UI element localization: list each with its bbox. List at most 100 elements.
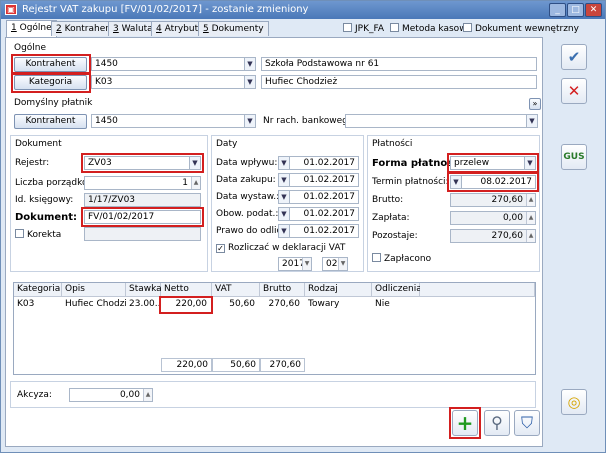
save-icon: ✔	[567, 48, 581, 66]
rejestr-label: Rejestr:	[15, 158, 50, 168]
chevron-down-icon[interactable]: ▼	[526, 115, 537, 127]
delete-icon: ⛉	[520, 413, 533, 432]
jpk-fa-label: JPK_FA	[355, 24, 384, 34]
collapse-button[interactable]: »	[529, 98, 541, 110]
metoda-kasowa-checkbox[interactable]: Metoda kasowa	[390, 23, 472, 34]
chevron-down-icon[interactable]: ▼	[244, 58, 255, 70]
col-kategoria[interactable]: Kategoria	[14, 283, 62, 297]
col-vat[interactable]: VAT	[212, 283, 260, 297]
chevron-down-icon[interactable]: ▼	[279, 191, 290, 203]
close-button[interactable]: ✕	[585, 3, 602, 17]
chevron-down-icon[interactable]: ▼	[244, 76, 255, 88]
chevron-down-icon[interactable]: ▼	[244, 115, 255, 127]
korekta-checkbox[interactable]: Korekta	[15, 229, 61, 240]
cell-stawka: 23.00...	[129, 299, 161, 309]
cancel-button[interactable]: ✕	[561, 78, 587, 104]
rok-field[interactable]: 2017 ▼	[278, 257, 312, 271]
wand-icon: ⚲	[491, 413, 503, 432]
spin-icon: ▲	[526, 212, 535, 224]
edit-button[interactable]: ⚲	[484, 410, 510, 436]
zakupu-value: 01.02.2017	[303, 175, 355, 185]
delete-button[interactable]: ⛉	[514, 410, 540, 436]
spin-icon: ▲	[526, 194, 535, 206]
prawo-date[interactable]: ▼ 01.02.2017	[278, 224, 359, 238]
cancel-icon: ✕	[567, 82, 581, 100]
sum-vat: 50,60	[212, 358, 260, 372]
col-stawka[interactable]: Stawka	[126, 283, 162, 297]
spin-icon[interactable]: ▲	[143, 389, 152, 401]
save-button[interactable]: ✔	[561, 44, 587, 70]
korekta-label: Korekta	[27, 230, 62, 240]
chevron-down-icon[interactable]: ▼	[279, 157, 290, 169]
spin-icon[interactable]: ▼	[338, 258, 347, 270]
spin-icon[interactable]: ▲	[191, 177, 200, 189]
obow-value: 01.02.2017	[303, 209, 355, 219]
platnik-section-title: Domyślny płatnik	[14, 98, 93, 108]
rach-select[interactable]: ▼	[345, 114, 538, 128]
obow-label: Obow. podat.:	[216, 209, 279, 219]
platnik-code-select[interactable]: 1450 ▼	[91, 114, 256, 128]
akcyza-field[interactable]: 0,00 ▲	[69, 388, 153, 402]
maximize-button[interactable]: □	[567, 3, 584, 17]
korekta-field	[84, 227, 201, 241]
mies-field[interactable]: 02 ▼	[322, 257, 348, 271]
mies-value: 02	[326, 259, 338, 269]
minimize-button[interactable]: _	[549, 3, 566, 17]
wystaw-date[interactable]: ▼ 01.02.2017	[278, 190, 359, 204]
gus-button[interactable]: GUS	[561, 144, 587, 170]
vat-table[interactable]: Kategoria Opis Stawka Netto VAT Brutto R…	[13, 282, 536, 375]
highlight-netto	[159, 296, 213, 314]
zakupu-label: Data zakupu:	[216, 175, 276, 185]
termin-label: Termin płatności:	[372, 177, 449, 187]
lp-field[interactable]: 1 ▲	[84, 176, 201, 190]
wplywu-date[interactable]: ▼ 01.02.2017	[278, 156, 359, 170]
zakupu-date[interactable]: ▼ 01.02.2017	[278, 173, 359, 187]
kontrahent-name-field[interactable]: Szkoła Podstawowa nr 61	[261, 57, 537, 71]
brutto-label: Brutto:	[372, 195, 404, 205]
dokument-wewnetrzny-checkbox[interactable]: Dokument wewnętrzny	[463, 23, 579, 34]
chevron-down-icon[interactable]: ▼	[279, 225, 290, 237]
daty-panel: Daty Data wpływu: ▼ 01.02.2017 Data zakup…	[211, 135, 364, 272]
tab-num: 1	[11, 23, 17, 33]
cell-rodzaj: Towary	[308, 299, 340, 309]
kontrahent-code-select[interactable]: 1450 ▼	[91, 57, 256, 71]
jpk-fa-checkbox[interactable]: JPK_FA	[343, 23, 384, 34]
kategoria-name-field[interactable]: Hufiec Chodzież	[261, 75, 537, 89]
daty-section-title: Daty	[216, 139, 238, 149]
tab-num: 3	[113, 24, 119, 34]
obow-date[interactable]: ▼ 01.02.2017	[278, 207, 359, 221]
zaplacono-checkbox[interactable]: Zapłacono	[372, 253, 431, 264]
main-panel: Ogólne Kontrahent 1450 ▼ Szkoła Podstawow…	[5, 37, 543, 447]
kategoria-code-select[interactable]: K03 ▼	[91, 75, 256, 89]
wplywu-label: Data wpływu:	[216, 158, 278, 168]
col-empty	[420, 283, 535, 297]
chevron-down-icon[interactable]: ▼	[279, 208, 290, 220]
wystaw-value: 01.02.2017	[303, 192, 355, 202]
lp-value: 1	[182, 178, 188, 188]
tab-ogolne[interactable]: 1 Ogólne	[6, 20, 57, 37]
wystaw-label: Data wystaw.:	[216, 192, 280, 202]
highlight-kategoria	[11, 72, 91, 93]
rozliczac-checkbox[interactable]: ✓ Rozliczać w deklaracji VAT	[216, 243, 345, 253]
spin-icon: ▲	[526, 230, 535, 242]
spin-icon[interactable]: ▼	[302, 258, 311, 270]
col-opis[interactable]: Opis	[62, 283, 126, 297]
idk-field: 1/17/ZV03	[84, 193, 201, 207]
col-netto[interactable]: Netto	[161, 283, 212, 297]
tab-num: 2	[56, 24, 62, 34]
cell-kategoria: K03	[17, 299, 35, 309]
col-odliczenia[interactable]: Odliczenia	[372, 283, 422, 297]
platnik-kontrahent-button[interactable]: Kontrahent	[14, 114, 87, 129]
window-title: Rejestr VAT zakupu [FV/01/02/2017] - zos…	[22, 4, 309, 15]
coins-button[interactable]: ◎	[561, 389, 587, 415]
platnosci-panel: Płatności Forma płatności: przelew ▼ Term…	[367, 135, 540, 272]
akcyza-panel: Akcyza: 0,00 ▲	[10, 381, 536, 408]
chevron-down-icon[interactable]: ▼	[279, 174, 290, 186]
idk-label: Id. księgowy:	[15, 195, 74, 205]
col-brutto[interactable]: Brutto	[260, 283, 305, 297]
platnosci-section-title: Płatności	[372, 139, 413, 149]
tab-dokumenty[interactable]: 5 Dokumenty	[198, 21, 269, 36]
col-rodzaj[interactable]: Rodzaj	[305, 283, 372, 297]
cell-brutto: 270,60	[268, 299, 301, 309]
rach-label: Nr rach. bankowego:	[263, 116, 357, 126]
